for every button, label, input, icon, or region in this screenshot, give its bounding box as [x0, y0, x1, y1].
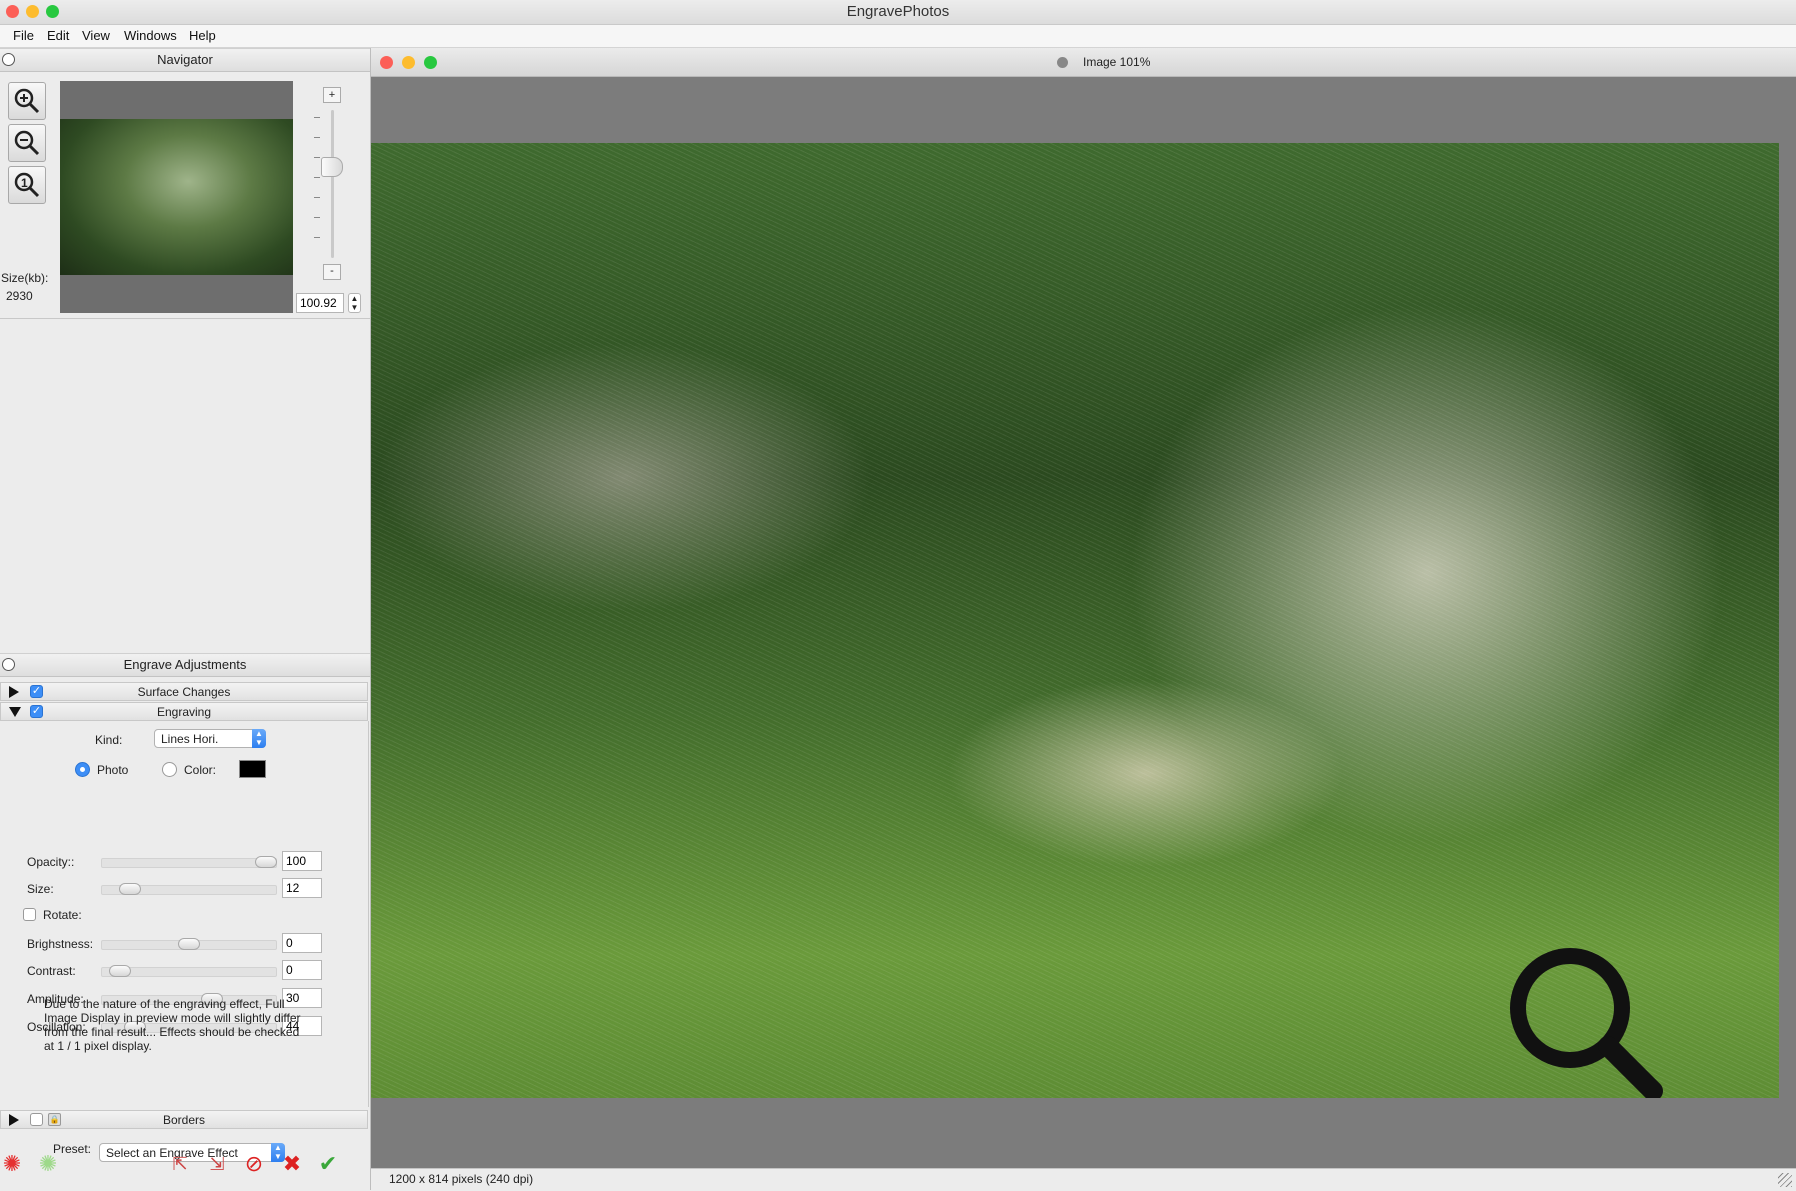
randomize-secondary-icon[interactable]: ✺ [36, 1152, 60, 1176]
size-label: Size(kb): [1, 271, 49, 285]
size-value: 2930 [6, 289, 33, 303]
engraving-checkbox[interactable]: ✓ [30, 705, 43, 718]
menu-file[interactable]: File [13, 28, 34, 43]
zoom-in-icon [14, 88, 40, 114]
slider-row: Contrast: [0, 960, 360, 982]
slider-knob[interactable] [255, 856, 277, 868]
image-minimize-button[interactable] [402, 56, 415, 69]
zoom-out-icon [14, 130, 40, 156]
surface-changes-checkbox[interactable]: ✓ [30, 685, 43, 698]
slider-value-field[interactable] [282, 851, 322, 871]
navigator-header: Navigator [0, 48, 370, 72]
cancel-icon[interactable]: ✖ [280, 1152, 304, 1176]
rotate-checkbox[interactable] [23, 908, 36, 921]
panel-divider [0, 318, 370, 319]
menu-view[interactable]: View [82, 28, 110, 43]
slider-row: Opacity:: [0, 851, 360, 873]
select-arrows-icon: ▲ ▼ [252, 729, 266, 748]
slider-knob[interactable] [108, 965, 131, 977]
zoom-magnifier-icon[interactable] [1505, 943, 1665, 1098]
engraving-note: Due to the nature of the engraving effec… [44, 997, 301, 1053]
randomize-effect-icon[interactable]: ✺ [0, 1152, 24, 1176]
image-window-title-bar: Image 101% [371, 48, 1796, 77]
panel-detach-icon[interactable] [2, 53, 15, 66]
menu-windows[interactable]: Windows [124, 28, 177, 43]
export-icon[interactable]: ⇱ [168, 1152, 192, 1176]
image-dimensions: 1200 x 814 pixels (240 dpi) [389, 1172, 534, 1186]
navigator-thumbnail[interactable] [60, 81, 293, 313]
zoom-stepper[interactable]: ▲ ▼ [348, 293, 361, 313]
slider-label: Size: [27, 882, 54, 896]
slider-row: Brighstness: [0, 933, 360, 955]
zoom-out-button[interactable] [8, 124, 46, 162]
engraved-photo-canvas[interactable] [371, 143, 1779, 1098]
resize-grip-icon[interactable] [1778, 1173, 1792, 1187]
zoom-value-field[interactable] [296, 293, 344, 313]
actual-size-button[interactable]: 1 [8, 166, 46, 204]
collapse-arrow-icon[interactable] [9, 707, 21, 717]
photo-label: Photo [97, 763, 129, 777]
rotate-label: Rotate: [43, 908, 82, 922]
expand-arrow-icon[interactable] [9, 686, 19, 698]
document-icon [1057, 57, 1068, 68]
kind-label: Kind: [95, 733, 123, 747]
kind-select[interactable]: Lines Hori. ▲ ▼ [154, 729, 266, 748]
title-bar: EngravePhotos [0, 0, 1796, 25]
zoom-slider-track[interactable] [331, 110, 334, 258]
image-close-button[interactable] [380, 56, 393, 69]
borders-checkbox[interactable] [30, 1113, 43, 1126]
actual-size-icon: 1 [14, 172, 40, 198]
section-borders[interactable]: 🔒 Borders [0, 1110, 368, 1129]
slider-label: Brighstness: [27, 937, 94, 951]
color-label: Color: [184, 763, 217, 777]
adjustments-header: Engrave Adjustments [0, 653, 370, 677]
zoom-slider-ticks [314, 117, 320, 247]
surface-changes-label: Surface Changes [137, 685, 231, 699]
panel-detach-icon[interactable] [2, 658, 15, 671]
color-radio[interactable] [162, 762, 177, 777]
slider-value-field[interactable] [282, 878, 322, 898]
zoom-plus-button[interactable]: + [323, 87, 341, 103]
image-window-title: Image 101% [1083, 55, 1151, 69]
slider-label: Contrast: [27, 964, 76, 978]
kind-value: Lines Hori. [161, 732, 219, 746]
menu-help[interactable]: Help [189, 28, 216, 43]
slider-value-field[interactable] [282, 960, 322, 980]
slider-knob[interactable] [119, 883, 142, 895]
lock-icon: 🔒 [48, 1113, 61, 1126]
zoom-slider-knob[interactable] [321, 157, 343, 177]
photo-radio[interactable] [75, 762, 90, 777]
adjustments-title: Engrave Adjustments [123, 657, 247, 672]
borders-label: Borders [162, 1113, 206, 1127]
image-zoom-button[interactable] [424, 56, 437, 69]
apply-icon[interactable]: ✔ [316, 1152, 340, 1176]
engraving-label: Engraving [156, 705, 212, 719]
image-window: Image 101% 1200 x 814 pixels (240 dpi) [371, 48, 1796, 1191]
slider-knob[interactable] [178, 938, 200, 950]
color-swatch[interactable] [239, 760, 266, 778]
stop-icon[interactable]: ⊘ [242, 1152, 266, 1176]
slider-value-field[interactable] [282, 933, 322, 953]
svg-text:1: 1 [21, 176, 28, 190]
slider-track[interactable] [101, 858, 277, 868]
zoom-minus-button[interactable]: - [323, 264, 341, 280]
section-surface-changes[interactable]: ✓ Surface Changes [0, 682, 368, 701]
navigator-title: Navigator [157, 52, 213, 67]
app-title: EngravePhotos [846, 3, 950, 20]
slider-label: Opacity:: [27, 855, 75, 869]
status-bar: 1200 x 814 pixels (240 dpi) [371, 1168, 1796, 1191]
section-engraving[interactable]: ✓ Engraving [0, 702, 368, 721]
zoom-in-button[interactable] [8, 82, 46, 120]
slider-row: Size: [0, 878, 360, 900]
expand-arrow-icon[interactable] [9, 1114, 19, 1126]
menu-edit[interactable]: Edit [47, 28, 69, 43]
navigator-photo-preview [60, 119, 293, 275]
import-icon[interactable]: ⇲ [205, 1152, 229, 1176]
menu-bar: File Edit View Windows Help [0, 25, 1796, 48]
